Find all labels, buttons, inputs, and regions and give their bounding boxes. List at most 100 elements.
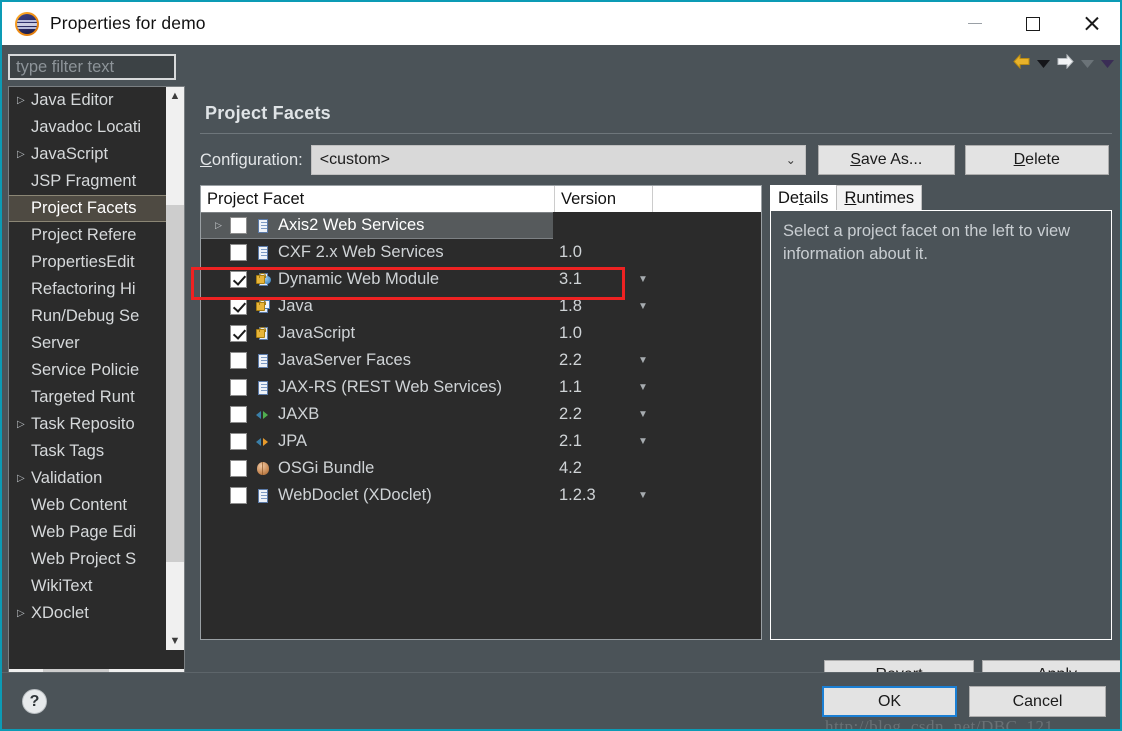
navigation-buttons <box>1013 54 1114 74</box>
facet-checkbox[interactable] <box>230 379 247 396</box>
facet-checkbox[interactable] <box>230 487 247 504</box>
configuration-select[interactable]: <custom> ⌄ <box>311 145 806 175</box>
sidebar-item-project-facets[interactable]: Project Facets <box>9 195 167 222</box>
table-row[interactable]: JPA2.1▼ <box>201 428 761 455</box>
facet-checkbox[interactable] <box>230 217 247 234</box>
sidebar-item-task-reposito[interactable]: ▷Task Reposito <box>9 411 167 438</box>
sidebar-item-run-debug-se[interactable]: Run/Debug Se <box>9 303 167 330</box>
sidebar-item-label: Service Policie <box>31 362 139 379</box>
vertical-scroll-thumb[interactable] <box>166 205 184 562</box>
table-row[interactable]: WebDoclet (XDoclet)1.2.3▼ <box>201 482 761 509</box>
sidebar-item-label: Project Facets <box>31 200 136 217</box>
facet-checkbox[interactable] <box>230 325 247 342</box>
facet-checkbox[interactable] <box>230 460 247 477</box>
table-row[interactable]: JAXB2.2▼ <box>201 401 761 428</box>
scroll-down-icon[interactable]: ▼ <box>166 632 184 650</box>
lock-globe-icon <box>255 272 271 288</box>
cancel-button[interactable]: Cancel <box>969 686 1106 717</box>
version-chevron-down-icon[interactable]: ▼ <box>638 302 648 312</box>
facet-name: JavaScript <box>278 325 355 342</box>
dialog-body: type filter text ▷Java EditorJavadoc Loc… <box>2 45 1120 729</box>
version-chevron-down-icon[interactable]: ▼ <box>638 275 648 285</box>
sidebar-item-javascript[interactable]: ▷JavaScript <box>9 141 167 168</box>
sidebar-item-refactoring-hi[interactable]: Refactoring Hi <box>9 276 167 303</box>
expand-arrow-icon[interactable]: ▷ <box>17 96 31 106</box>
facet-checkbox[interactable] <box>230 433 247 450</box>
version-chevron-down-icon[interactable]: ▼ <box>638 356 648 366</box>
column-header-version[interactable]: Version <box>555 186 653 212</box>
sidebar-item-wikitext[interactable]: WikiText <box>9 573 167 600</box>
sidebar-item-label: Targeted Runt <box>31 389 135 406</box>
sidebar-item-javadoc-locati[interactable]: Javadoc Locati <box>9 114 167 141</box>
minimize-icon <box>968 23 982 24</box>
facet-checkbox[interactable] <box>230 244 247 261</box>
help-icon[interactable]: ? <box>22 689 47 714</box>
back-history-chevron-down-icon[interactable] <box>1037 55 1050 73</box>
version-chevron-down-icon[interactable]: ▼ <box>638 437 648 447</box>
forward-history-chevron-down-disabled-icon <box>1081 55 1094 73</box>
expand-arrow-icon[interactable]: ▷ <box>17 150 31 160</box>
tab-runtimes[interactable]: Runtimes <box>836 185 922 210</box>
cancel-label: Cancel <box>1013 693 1063 711</box>
table-row[interactable]: ▷Axis2 Web Services <box>201 212 553 239</box>
close-button[interactable] <box>1062 2 1120 45</box>
version-chevron-down-icon[interactable]: ▼ <box>638 383 648 393</box>
sidebar-item-service-policie[interactable]: Service Policie <box>9 357 167 384</box>
facet-name: Dynamic Web Module <box>278 271 439 288</box>
column-header-facet[interactable]: Project Facet <box>201 186 555 212</box>
facet-checkbox[interactable] <box>230 352 247 369</box>
sidebar-item-label: Java Editor <box>31 92 114 109</box>
table-row[interactable]: JavaServer Faces2.2▼ <box>201 347 761 374</box>
tab-details[interactable]: Details <box>770 185 836 210</box>
sidebar-item-web-project-s[interactable]: Web Project S <box>9 546 167 573</box>
sidebar-item-project-refere[interactable]: Project Refere <box>9 222 167 249</box>
sidebar-item-jsp-fragment[interactable]: JSP Fragment <box>9 168 167 195</box>
table-row[interactable]: OSGi Bundle4.2 <box>201 455 761 482</box>
settings-tree: ▷Java EditorJavadoc Locati▷JavaScriptJSP… <box>8 86 185 694</box>
properties-dialog: Properties for demo type filter text ▷Ja… <box>0 0 1122 731</box>
facet-checkbox[interactable] <box>230 406 247 423</box>
sidebar-item-validation[interactable]: ▷Validation <box>9 465 167 492</box>
version-chevron-down-icon[interactable]: ▼ <box>638 491 648 501</box>
sidebar-item-task-tags[interactable]: Task Tags <box>9 438 167 465</box>
sidebar-item-xdoclet[interactable]: ▷XDoclet <box>9 600 167 627</box>
facet-name: CXF 2.x Web Services <box>278 244 444 261</box>
sidebar-item-propertiesedit[interactable]: PropertiesEdit <box>9 249 167 276</box>
minimize-button[interactable] <box>946 2 1004 45</box>
sidebar-item-web-page-edi[interactable]: Web Page Edi <box>9 519 167 546</box>
sidebar-item-java-editor[interactable]: ▷Java Editor <box>9 87 167 114</box>
forward-arrow-icon[interactable] <box>1057 54 1074 74</box>
osgi-icon <box>255 461 271 477</box>
expand-arrow-icon[interactable]: ▷ <box>17 609 31 619</box>
sidebar-item-label: Task Tags <box>31 443 104 460</box>
expand-arrow-icon[interactable]: ▷ <box>17 420 31 430</box>
table-row[interactable]: Dynamic Web Module3.1▼ <box>201 266 761 293</box>
maximize-button[interactable] <box>1004 2 1062 45</box>
save-as-button[interactable]: Save As... <box>818 145 955 175</box>
facet-name: JavaServer Faces <box>278 352 411 369</box>
sidebar-item-targeted-runt[interactable]: Targeted Runt <box>9 384 167 411</box>
facet-checkbox[interactable] <box>230 298 247 315</box>
facet-version: 1.0 <box>559 244 582 261</box>
ok-button[interactable]: OK <box>822 686 957 717</box>
sidebar-item-label: Refactoring Hi <box>31 281 136 298</box>
table-row[interactable]: CXF 2.x Web Services 1.0 <box>201 239 761 266</box>
sidebar-item-label: WikiText <box>31 578 92 595</box>
filter-placeholder: type filter text <box>10 58 114 77</box>
back-arrow-icon[interactable] <box>1013 54 1030 74</box>
view-menu-chevron-down-icon[interactable] <box>1101 55 1114 73</box>
scroll-up-icon[interactable]: ▲ <box>166 87 184 105</box>
filter-input[interactable]: type filter text <box>8 54 176 80</box>
table-row[interactable]: JAX-RS (REST Web Services)1.1▼ <box>201 374 761 401</box>
expand-arrow-icon[interactable]: ▷ <box>201 220 217 231</box>
window-controls <box>946 2 1120 45</box>
table-row[interactable]: JavaScript1.0 <box>201 320 761 347</box>
expand-arrow-icon[interactable]: ▷ <box>17 474 31 484</box>
facet-checkbox[interactable] <box>230 271 247 288</box>
delete-button[interactable]: Delete <box>965 145 1109 175</box>
sidebar-vertical-scrollbar[interactable]: ▲ ▼ <box>166 87 184 650</box>
sidebar-item-web-content[interactable]: Web Content <box>9 492 167 519</box>
version-chevron-down-icon[interactable]: ▼ <box>638 410 648 420</box>
sidebar-item-server[interactable]: Server <box>9 330 167 357</box>
table-row[interactable]: Java1.8▼ <box>201 293 761 320</box>
